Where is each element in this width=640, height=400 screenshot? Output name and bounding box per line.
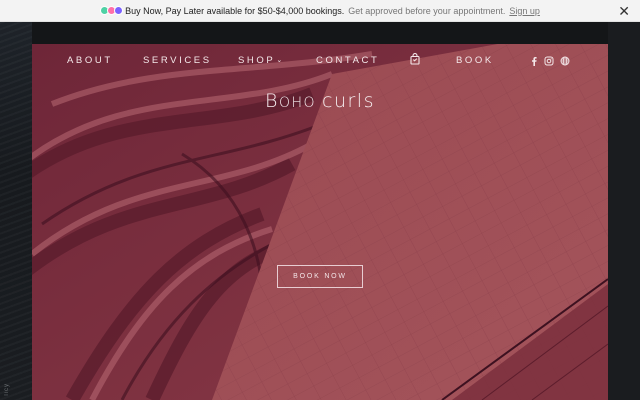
instagram-icon[interactable]: [544, 56, 554, 66]
main-nav: ABOUT SERVICES SHOP⌄ CONTACT BOOK: [32, 44, 608, 76]
nav-item-book[interactable]: BOOK: [456, 55, 494, 66]
globe-icon[interactable]: [560, 56, 570, 66]
promo-main-text: Buy Now, Pay Later available for $50-$4,…: [125, 5, 345, 16]
promo-banner: Buy Now, Pay Later available for $50-$4,…: [0, 0, 640, 22]
privacy-policy-link[interactable]: licy: [4, 383, 10, 396]
book-now-button[interactable]: BOOK NOW: [277, 265, 363, 288]
site-title-initial: B: [265, 90, 279, 112]
chevron-down-icon: ⌄: [276, 57, 283, 64]
hero-section: ABOUT SERVICES SHOP⌄ CONTACT BOOK BOHO c…: [32, 44, 608, 400]
sign-up-link[interactable]: Sign up: [509, 6, 540, 16]
shopping-bag-icon[interactable]: [409, 53, 421, 65]
affirm-logo: [114, 6, 124, 15]
facebook-icon[interactable]: [529, 56, 539, 66]
nav-item-about[interactable]: ABOUT: [67, 55, 113, 66]
close-icon[interactable]: ✕: [618, 2, 630, 20]
left-background-strip: licy: [0, 22, 32, 400]
nav-item-shop[interactable]: SHOP⌄: [238, 55, 282, 66]
promo-sub-text: Get approved before your appointment.: [348, 5, 506, 16]
nav-item-contact[interactable]: CONTACT: [316, 55, 379, 66]
site-title: BOHO curls: [32, 90, 608, 112]
site-title-smallcaps: OHO: [278, 95, 322, 111]
nav-item-services[interactable]: SERVICES: [143, 55, 212, 66]
site-title-rest: curls: [322, 90, 375, 112]
right-background-strip: [608, 22, 640, 400]
payment-logos: [100, 6, 124, 15]
nav-item-shop-label: SHOP: [238, 55, 276, 66]
